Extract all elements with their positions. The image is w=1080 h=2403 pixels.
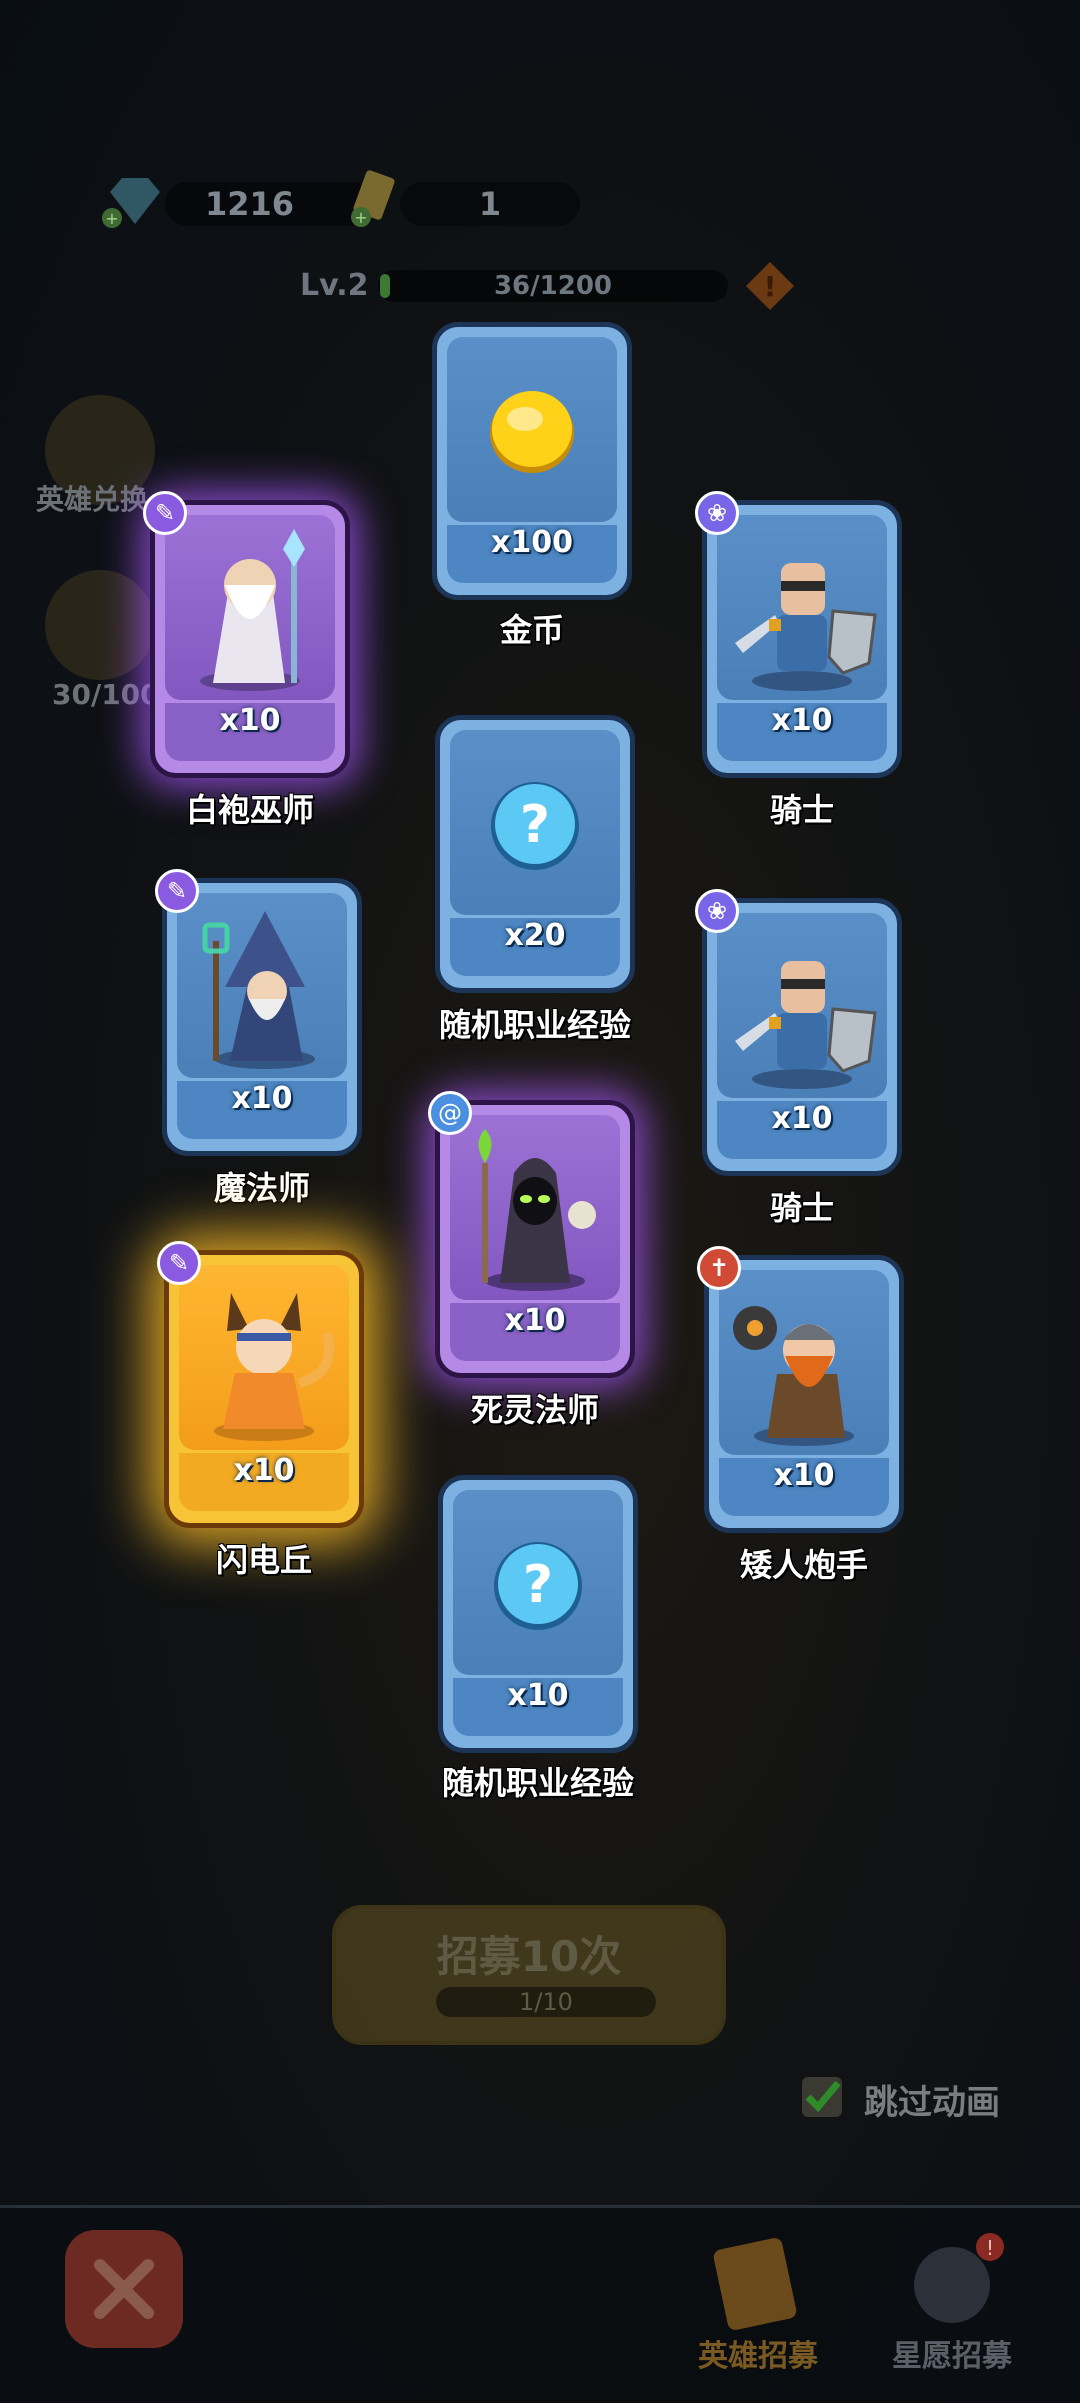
question-orb-icon: ? bbox=[491, 782, 579, 870]
reward-card-random-xp-2[interactable]: ? x10 bbox=[438, 1475, 638, 1753]
recruit-label: 招募10次 bbox=[436, 1932, 622, 1981]
skip-checkbox[interactable] bbox=[802, 2077, 842, 2117]
knight-icon bbox=[735, 563, 877, 691]
card-quantity: x10 bbox=[507, 1678, 569, 1713]
nav-hero-recruit[interactable]: 英雄招募 bbox=[668, 2225, 848, 2375]
svg-text:+: + bbox=[105, 209, 118, 228]
card-name-lightning-qiu: 闪电丘 bbox=[215, 1541, 312, 1579]
card-quantity: x10 bbox=[771, 703, 833, 738]
reward-card-gold[interactable]: x100 bbox=[432, 322, 632, 600]
necromancer-icon bbox=[478, 1129, 596, 1291]
level-label: Lv.2 bbox=[300, 268, 369, 303]
card-name-white-wizard: 白袍巫师 bbox=[185, 791, 314, 829]
svg-text:?: ? bbox=[520, 795, 550, 855]
hero-exchange-label: 英雄兑换 bbox=[36, 483, 149, 516]
card-quantity: x10 bbox=[231, 1081, 293, 1116]
card-quantity: x10 bbox=[219, 703, 281, 738]
warning-icon[interactable]: ! bbox=[742, 258, 798, 314]
card-quantity: x10 bbox=[771, 1101, 833, 1136]
nav-hero-recruit-label: 英雄招募 bbox=[698, 2339, 818, 2374]
reward-card-knight-1[interactable]: x10 ❀ bbox=[695, 491, 902, 778]
reward-card-mage[interactable]: x10 ✎ bbox=[155, 869, 362, 1156]
skip-animation-toggle[interactable]: 跳过动画 bbox=[802, 2073, 1022, 2123]
reward-card-white-wizard[interactable]: x10 ✎ bbox=[143, 491, 350, 778]
card-quantity: x20 bbox=[504, 918, 566, 953]
nav-wish-recruit[interactable]: ! 星愿招募 bbox=[862, 2225, 1042, 2375]
xp-fill bbox=[380, 274, 391, 298]
fire-class-icon: ✝ bbox=[697, 1246, 741, 1290]
xp-text: 36/1200 bbox=[493, 271, 613, 301]
card-name-dwarf-gunner: 矮人炮手 bbox=[739, 1546, 868, 1584]
card-name-knight-1: 骑士 bbox=[769, 791, 834, 829]
hero-recruit-icon bbox=[713, 2238, 797, 2330]
crossed-swords-icon bbox=[94, 2259, 154, 2319]
check-icon bbox=[805, 2080, 841, 2113]
gem-counter: 1216 bbox=[165, 182, 375, 226]
card-name-knight-2: 骑士 bbox=[769, 1189, 834, 1227]
mage-class-icon: ✎ bbox=[157, 1241, 201, 1285]
svg-text:!: ! bbox=[764, 270, 777, 303]
svg-text:?: ? bbox=[523, 1555, 553, 1615]
paw-class-icon: ❀ bbox=[695, 889, 739, 933]
wish-recruit-icon: ! bbox=[914, 2233, 1004, 2323]
paw-class-icon: ❀ bbox=[695, 491, 739, 535]
skip-label: 跳过动画 bbox=[864, 2083, 1000, 2123]
mage-class-icon: ✎ bbox=[143, 491, 187, 535]
xp-bar: 36/1200 bbox=[378, 270, 728, 302]
card-name-necromancer: 死灵法师 bbox=[470, 1391, 599, 1429]
card-quantity: x100 bbox=[491, 525, 573, 560]
card-quantity: x10 bbox=[773, 1458, 835, 1493]
card-quantity: x10 bbox=[504, 1303, 566, 1338]
gold-coin-icon bbox=[490, 391, 574, 473]
close-button[interactable] bbox=[65, 2230, 183, 2348]
dwarf-icon bbox=[733, 1306, 854, 1446]
recruit-progress: 1/10 bbox=[436, 1987, 656, 2017]
ticket-counter: 1 bbox=[400, 182, 580, 226]
question-orb-icon: ? bbox=[494, 1542, 582, 1630]
gem-icon: + bbox=[102, 178, 160, 228]
reward-card-lightning-qiu[interactable]: x10 ✎ bbox=[157, 1241, 364, 1528]
svg-text:!: ! bbox=[986, 2236, 994, 2260]
reward-card-random-xp-1[interactable]: ? x20 bbox=[435, 715, 635, 993]
card-name-random-xp-1: 随机职业经验 bbox=[438, 1006, 631, 1044]
nav-wish-recruit-label: 星愿招募 bbox=[892, 2339, 1012, 2374]
fox-girl-icon bbox=[214, 1293, 335, 1441]
recruit-10-button[interactable]: 招募10次 1/10 bbox=[332, 1905, 726, 2045]
knight-icon bbox=[735, 961, 877, 1089]
reward-card-necromancer[interactable]: x10 @ bbox=[428, 1091, 635, 1378]
card-name-mage: 魔法师 bbox=[213, 1169, 310, 1207]
swirl-class-icon: @ bbox=[428, 1091, 472, 1135]
svg-text:+: + bbox=[354, 208, 367, 227]
reward-card-knight-2[interactable]: x10 ❀ bbox=[695, 889, 902, 1176]
white-wizard-icon bbox=[200, 529, 305, 691]
card-name-gold: 金币 bbox=[499, 611, 564, 649]
card-quantity: x10 bbox=[233, 1453, 295, 1488]
card-name-random-xp-2: 随机职业经验 bbox=[441, 1764, 634, 1802]
blue-wizard-icon bbox=[202, 911, 315, 1069]
star-progress-button[interactable] bbox=[45, 570, 155, 680]
star-progress-label: 30/100 bbox=[52, 678, 160, 711]
mage-class-icon: ✎ bbox=[155, 869, 199, 913]
reward-card-dwarf-gunner[interactable]: x10 ✝ bbox=[697, 1246, 904, 1533]
